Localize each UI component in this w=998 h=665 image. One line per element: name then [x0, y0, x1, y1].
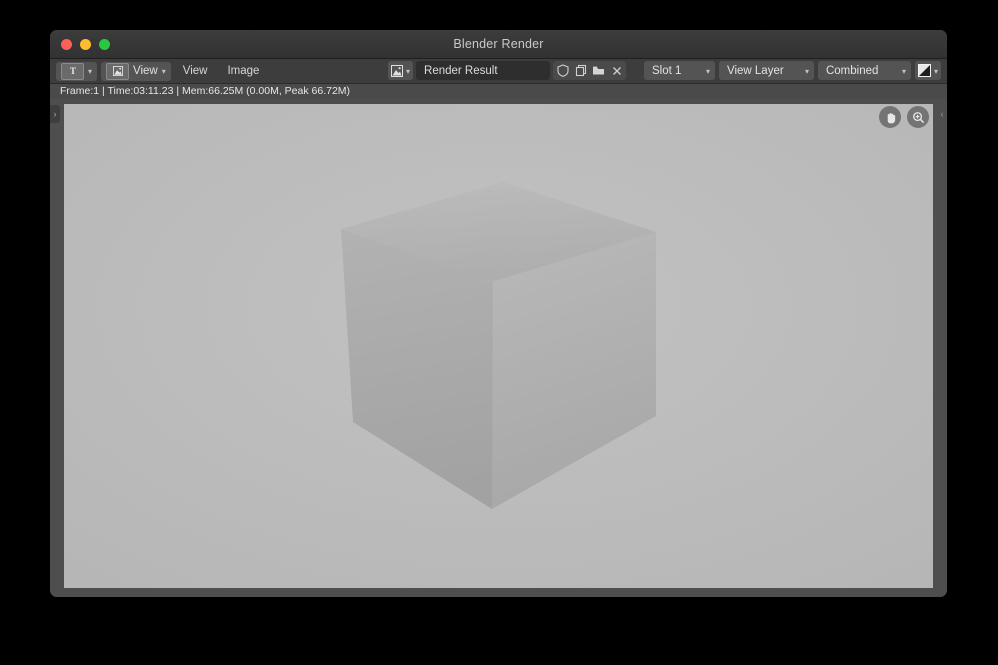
hand-icon — [887, 112, 895, 123]
unlink-x-icon[interactable] — [608, 62, 625, 79]
render-info-statusline: Frame:1 | Time:03:11.23 | Mem:66.25M (0.… — [50, 84, 947, 99]
pan-hand-gizmo[interactable] — [879, 106, 901, 128]
svg-text:T: T — [69, 66, 75, 76]
menu-image[interactable]: Image — [219, 62, 267, 81]
sidebar-expand-right-toggle[interactable]: ‹ — [937, 105, 947, 123]
rendered-image — [64, 104, 933, 588]
display-channels-button[interactable]: ▾ — [914, 61, 941, 80]
magnifier-plus-icon — [912, 111, 924, 123]
view-mode-label: View — [133, 65, 158, 77]
chevron-down-icon: ▾ — [88, 67, 93, 76]
chevron-down-icon: ▾ — [901, 66, 906, 76]
viewport-gizmos — [879, 106, 929, 128]
chevron-down-icon: ▾ — [705, 66, 710, 76]
zoom-magnifier-gizmo[interactable] — [907, 106, 929, 128]
chevron-down-icon: ▾ — [933, 66, 938, 76]
render-slot-select[interactable]: Slot 1 ▾ — [643, 61, 715, 80]
image-icon — [391, 64, 403, 77]
window-title: Blender Render — [453, 37, 544, 51]
chevron-down-icon: ▾ — [161, 67, 166, 76]
image-editor-header: T ▾ View ▾ View Image ▾ Render Result Sl… — [50, 59, 947, 84]
editor-type-icon: T — [61, 62, 84, 80]
render-slot-label: Slot 1 — [651, 64, 682, 77]
chevron-down-icon: ▾ — [804, 66, 809, 76]
new-image-copy-icon[interactable] — [572, 62, 589, 79]
render-canvas[interactable] — [64, 104, 933, 588]
image-icon — [106, 62, 130, 80]
screen: Blender Render T ▾ View ▾ View Image ▾ R… — [0, 0, 998, 665]
display-channels-icon — [917, 64, 931, 77]
render-pass-label: Combined — [825, 64, 879, 77]
render-pass-select[interactable]: Combined ▾ — [817, 61, 911, 80]
chevron-down-icon: ▾ — [406, 66, 411, 76]
open-folder-icon[interactable] — [590, 62, 607, 79]
image-editor-viewport[interactable]: › ‹ — [50, 99, 947, 597]
view-layer-select[interactable]: View Layer ▾ — [718, 61, 814, 80]
image-datablock-icon-button[interactable]: ▾ — [388, 61, 414, 80]
image-datablock-name-field[interactable]: Render Result — [416, 61, 551, 80]
view-mode-button[interactable]: View ▾ — [101, 61, 171, 81]
view-layer-label: View Layer — [726, 64, 784, 77]
image-datablock-actions — [553, 61, 627, 80]
toolbar-expand-left-toggle[interactable]: › — [50, 105, 60, 123]
menu-view[interactable]: View — [175, 62, 216, 81]
window-titlebar: Blender Render — [50, 30, 947, 59]
fake-user-shield-icon[interactable] — [554, 62, 571, 79]
editor-type-button[interactable]: T ▾ — [56, 61, 98, 81]
blender-render-window: Blender Render T ▾ View ▾ View Image ▾ R… — [50, 30, 947, 597]
